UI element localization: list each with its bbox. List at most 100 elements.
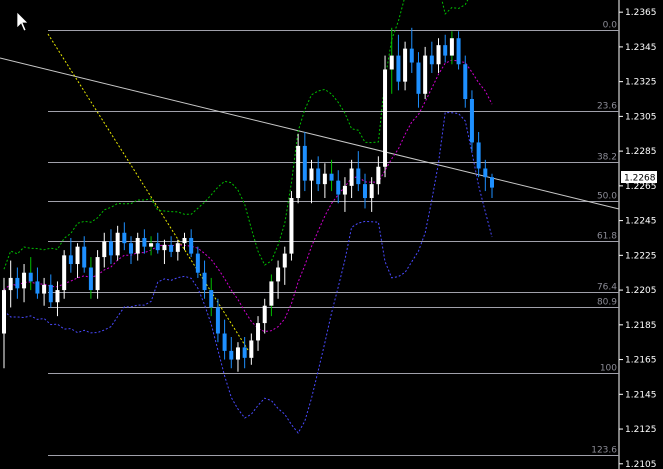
candle [15, 267, 20, 299]
candle [222, 319, 227, 360]
fib-level-label: 80.9 [597, 298, 617, 308]
fibonacci-levels: 0.0 23.6 38.2 50.0 61.8 76.4 80.9 100 123.6 [48, 21, 619, 456]
candle [443, 34, 448, 63]
trendline[interactable] [0, 57, 620, 210]
y-tick-label: 1.2105 [625, 460, 657, 469]
candle [202, 260, 207, 299]
fib-level-label: 100 [600, 364, 617, 374]
candle [316, 156, 321, 192]
candle [102, 232, 107, 268]
candle [229, 336, 234, 369]
candle [423, 46, 428, 100]
candle [336, 170, 341, 204]
candle [456, 31, 461, 70]
candle [322, 163, 327, 199]
fib-level-label: 61.8 [597, 232, 617, 242]
mouse-cursor-icon [16, 11, 29, 32]
candle [75, 243, 80, 278]
candle [396, 34, 401, 91]
candle [55, 281, 60, 317]
candle [48, 274, 53, 308]
candle [269, 274, 274, 317]
candle [476, 132, 481, 178]
y-tick-label: 1.2345 [625, 43, 657, 53]
candle [282, 246, 287, 285]
fib-level-label: 0.0 [603, 21, 618, 31]
candle [342, 177, 347, 212]
candle [449, 31, 454, 65]
trend-lines [0, 33, 620, 351]
candle [262, 298, 267, 334]
y-tick-label: 1.2305 [625, 112, 657, 122]
candle [162, 239, 167, 265]
fib-level-label: 38.2 [597, 153, 617, 163]
fib-level-label: 76.4 [597, 283, 617, 293]
y-tick-label: 1.2185 [625, 321, 657, 331]
candle [195, 246, 200, 278]
fib-level-label: 23.6 [597, 102, 617, 112]
candle [8, 260, 13, 308]
candle [296, 133, 301, 204]
fib-level-label: 50.0 [597, 192, 617, 202]
candle [135, 232, 140, 261]
y-tick-label: 1.2245 [625, 217, 657, 227]
candle [329, 159, 334, 192]
candle [142, 229, 147, 254]
candle [436, 38, 441, 73]
candle [309, 159, 314, 204]
candle [175, 239, 180, 261]
y-tick-label: 1.2225 [625, 251, 657, 261]
candle [403, 41, 408, 91]
current-price-label: 1.2268 [624, 174, 656, 184]
candle [169, 236, 174, 258]
candle [28, 257, 33, 291]
candle [463, 55, 468, 108]
candle [68, 237, 73, 273]
y-tick-label: 1.2325 [625, 78, 657, 88]
candle [490, 173, 494, 199]
candle [383, 55, 388, 178]
y-tick-label: 1.2125 [625, 425, 657, 435]
candle [389, 27, 394, 94]
candle [2, 277, 6, 369]
y-tick-label: 1.2145 [625, 390, 657, 400]
candle [209, 277, 214, 317]
y-tick-label: 1.2205 [625, 286, 657, 296]
candle [22, 264, 27, 303]
y-tick-label: 1.2365 [625, 8, 657, 18]
chart-window[interactable]: 0.0 23.6 38.2 50.0 61.8 76.4 80.9 100 123.6 1.23… [0, 0, 663, 469]
candle [349, 159, 354, 199]
candle [155, 232, 160, 254]
candle [249, 333, 254, 365]
candles [2, 27, 494, 372]
candle [483, 159, 488, 192]
y-tick-label: 1.2285 [625, 147, 657, 157]
candle [108, 229, 113, 265]
candle [122, 222, 127, 251]
candle [149, 236, 154, 256]
candle [302, 132, 307, 192]
candle [416, 52, 421, 108]
candle [42, 277, 47, 306]
candle [62, 250, 67, 299]
current-price-tag: 1.2268 [621, 171, 657, 184]
candle [129, 236, 134, 265]
candle [429, 41, 434, 73]
candle [276, 260, 281, 299]
candle [362, 173, 367, 209]
candle [356, 151, 361, 192]
candle [35, 267, 40, 299]
fib-level-label: 123.6 [591, 446, 617, 456]
candle [469, 90, 474, 152]
candle [95, 250, 100, 299]
candle [289, 191, 294, 261]
candle [189, 229, 194, 258]
candle [115, 225, 120, 261]
price-axis: 1.23651.23451.23251.23051.22851.22651.22… [619, 8, 657, 469]
candle [256, 316, 261, 351]
price-chart[interactable]: 0.0 23.6 38.2 50.0 61.8 76.4 80.9 100 123.6 1.23… [0, 0, 663, 469]
candle [409, 27, 414, 73]
candle [235, 342, 240, 372]
y-tick-label: 1.2165 [625, 356, 657, 366]
upper-band [3, 0, 469, 270]
